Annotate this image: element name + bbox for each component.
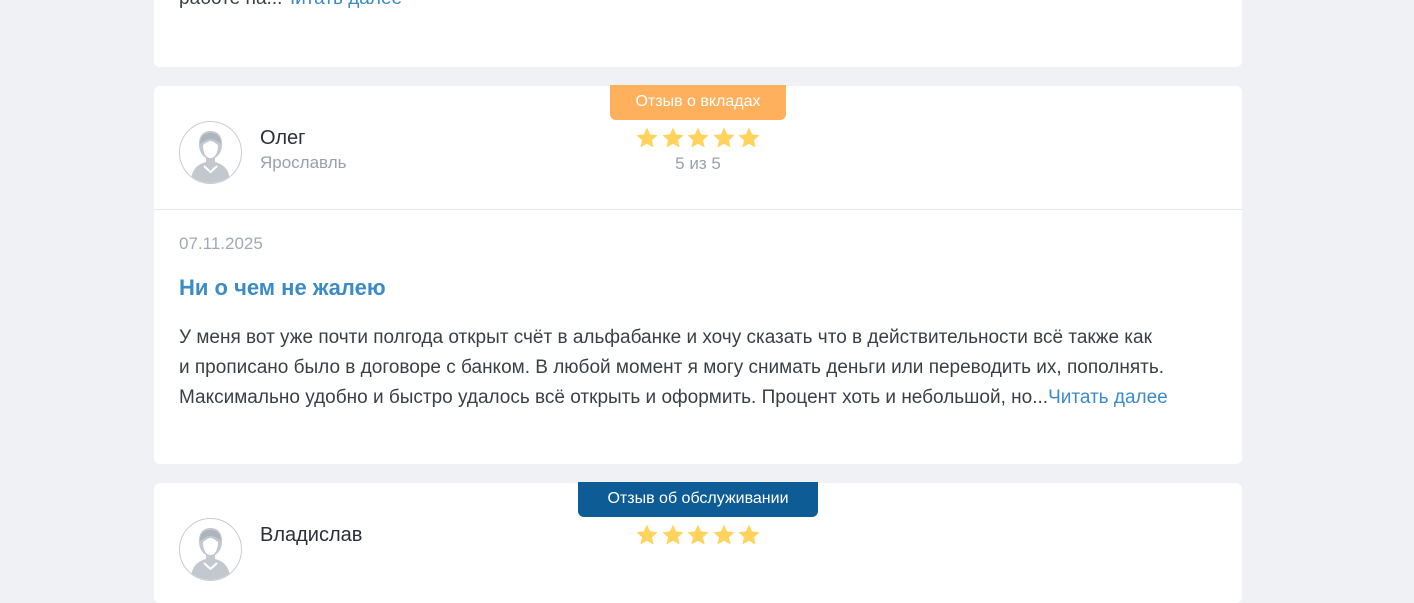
star-icon xyxy=(635,523,659,547)
star-icon xyxy=(737,126,761,150)
review-body-line: У меня вот уже почти полгода открыт счёт… xyxy=(179,327,1152,348)
review-card-next: Отзыв об обслуживании Владислав xyxy=(154,482,1242,603)
review-category-tag: Отзыв о вкладах xyxy=(610,85,786,120)
rating-stars xyxy=(635,126,761,152)
read-more-link[interactable]: Читать далее xyxy=(282,0,402,9)
user-avatar-icon xyxy=(179,518,242,581)
review-title[interactable]: Ни о чем не жалею xyxy=(179,275,386,301)
review-category-tag: Отзыв об обслуживании xyxy=(578,482,818,517)
author-city: Ярославль xyxy=(260,153,347,172)
read-more-link[interactable]: Читать далее xyxy=(1048,387,1168,408)
review-body: У меня вот уже почти полгода открыт счёт… xyxy=(179,323,1229,413)
star-icon xyxy=(686,126,710,150)
star-icon xyxy=(661,523,685,547)
rating-text: 5 из 5 xyxy=(675,154,721,173)
author-name: Олег xyxy=(260,127,306,149)
review-snippet: работе на...Читать далее xyxy=(179,0,402,14)
review-body-line: и прописано было в договоре с банком. В … xyxy=(179,357,1165,378)
author-name: Владислав xyxy=(260,524,363,546)
review-date: 07.11.2025 xyxy=(179,234,263,253)
star-icon xyxy=(686,523,710,547)
divider xyxy=(154,209,1242,210)
review-body-line-last: Максимально удобно и быстро удалось всё … xyxy=(179,383,1229,413)
rating-stars xyxy=(635,523,761,549)
review-snippet-text: работе на... xyxy=(179,0,282,9)
star-icon xyxy=(661,126,685,150)
star-icon xyxy=(635,126,659,150)
review-card-previous: работе на...Читать далее xyxy=(154,0,1242,67)
user-avatar-icon xyxy=(179,121,242,184)
star-icon xyxy=(712,523,736,547)
review-card: Отзыв о вкладах Олег Ярославль 5 из 5 07… xyxy=(154,85,1242,464)
review-body-line: Максимально удобно и быстро удалось всё … xyxy=(179,387,1049,408)
star-icon xyxy=(737,523,761,547)
star-icon xyxy=(712,126,736,150)
